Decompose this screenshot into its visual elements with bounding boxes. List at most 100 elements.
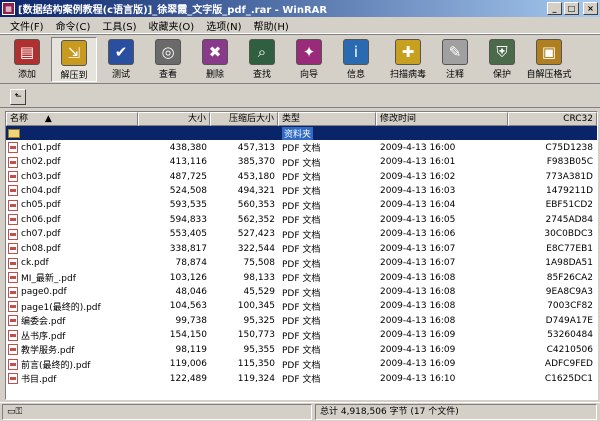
table-row[interactable]: ch06.pdf 594,833 562,352 PDF 文档 2009-4-13 16…: [6, 213, 597, 227]
toolbar-label: 解压到: [60, 71, 88, 81]
maximize-button[interactable]: □: [564, 2, 579, 15]
toolbar-button-7[interactable]: i 信息: [333, 37, 379, 82]
column-header-packed[interactable]: 压缩后大小: [210, 112, 278, 126]
file-type: PDF 文档: [282, 288, 321, 299]
file-name: ch03.pdf: [21, 171, 61, 182]
toolbar-button-1[interactable]: ⇲ 解压到: [51, 37, 97, 82]
menu-file[interactable]: 文件(F): [4, 18, 50, 33]
file-size: 104,563: [169, 301, 207, 312]
toolbar-button-5[interactable]: ⌕ 查找: [239, 37, 285, 82]
menu-tools[interactable]: 工具(S): [96, 18, 142, 33]
file-type: PDF 文档: [282, 274, 321, 285]
column-header-name[interactable]: 名称 ▲: [6, 112, 138, 126]
toolbar-button-0[interactable]: ▤ 添加: [4, 37, 50, 82]
pdf-file-icon: [8, 315, 18, 327]
file-crc: 85F26CA2: [546, 272, 593, 283]
file-packed-size: 150,773: [237, 330, 275, 341]
file-crc: C1625DC1: [544, 373, 593, 384]
table-row[interactable]: page1(最终的).pdf 104,563 100,345 PDF 文档 2009-4…: [6, 299, 597, 313]
menu-help[interactable]: 帮助(H): [248, 18, 295, 33]
pdf-file-icon: [8, 257, 18, 269]
column-header-row: 名称 ▲ 大小 压缩后大小 类型 修改时间 CRC32: [6, 112, 597, 126]
pdf-file-icon: [8, 199, 18, 211]
status-left-panel: ▭⚿: [2, 404, 312, 420]
file-name-cell: ch05.pdf: [6, 199, 138, 211]
comment-icon: ✎: [442, 39, 468, 65]
table-row[interactable]: ch07.pdf 553,405 527,423 PDF 文档 2009-4-13 16…: [6, 227, 597, 241]
table-row[interactable]: 教学服务.pdf 98,119 95,355 PDF 文档 2009-4-13 16:0…: [6, 343, 597, 357]
menu-options[interactable]: 选项(N): [200, 18, 247, 33]
file-type: PDF 文档: [282, 173, 321, 184]
parent-folder-row[interactable]: 资料夹: [6, 126, 597, 141]
file-crc: 53260484: [547, 330, 593, 341]
file-modified: 2009-4-13 16:09: [380, 330, 456, 341]
file-type: PDF 文档: [282, 259, 321, 270]
table-row[interactable]: page0.pdf 48,046 45,529 PDF 文档 2009-4-13 16:…: [6, 285, 597, 299]
pdf-file-icon: [8, 171, 18, 183]
file-modified: 2009-4-13 16:08: [380, 272, 456, 283]
toolbar-label: 扫描病毒: [389, 70, 426, 80]
file-name-cell: page0.pdf: [6, 286, 138, 298]
column-header-crc[interactable]: CRC32: [508, 112, 597, 126]
file-type: PDF 文档: [282, 331, 321, 342]
up-folder-icon[interactable]: ⬑: [10, 88, 26, 105]
file-name: page1(最终的).pdf: [21, 302, 101, 313]
close-button[interactable]: ×: [583, 2, 598, 15]
toolbar-button-9[interactable]: ✎ 注释: [432, 37, 478, 82]
pdf-file-icon: [8, 286, 18, 298]
menu-favorites[interactable]: 收藏夹(O): [143, 18, 201, 33]
file-size: 593,535: [169, 200, 207, 211]
file-packed-size: 98,133: [243, 272, 276, 283]
table-row[interactable]: 丛书序.pdf 154,150 150,773 PDF 文档 2009-4-13 16:…: [6, 328, 597, 342]
table-row[interactable]: ch02.pdf 413,116 385,370 PDF 文档 2009-4-13 16…: [6, 155, 597, 169]
file-name-cell: ch04.pdf: [6, 185, 138, 197]
file-name: 编委会.pdf: [21, 317, 66, 328]
file-modified: 2009-4-13 16:07: [380, 258, 456, 269]
column-header-type[interactable]: 类型: [278, 112, 376, 126]
toolbar-button-3[interactable]: ◎ 查看: [145, 37, 191, 82]
sfx-icon: ▣: [536, 39, 562, 65]
menu-command[interactable]: 命令(C): [50, 18, 97, 33]
status-bar: ▭⚿ 总计 4,918,506 字节 (17 个文件): [0, 402, 600, 421]
toolbar-button-4[interactable]: ✖ 删除: [192, 37, 238, 82]
toolbar-button-8[interactable]: ✚ 扫描病毒: [385, 37, 431, 82]
table-row[interactable]: ch04.pdf 524,508 494,321 PDF 文档 2009-4-13 16…: [6, 184, 597, 198]
add-archive-icon: ▤: [14, 39, 40, 65]
table-row[interactable]: 前言(最终的).pdf 119,006 115,350 PDF 文档 2009-4-13…: [6, 357, 597, 371]
table-row[interactable]: MI_最新_.pdf 103,126 98,133 PDF 文档 2009-4-13 1…: [6, 270, 597, 284]
file-crc: 9EA8C9A3: [545, 287, 593, 298]
file-size: 524,508: [169, 185, 207, 196]
table-row[interactable]: ch01.pdf 438,380 457,313 PDF 文档 2009-4-13 16…: [6, 140, 597, 154]
table-row[interactable]: 书目.pdf 122,489 119,324 PDF 文档 2009-4-13 16:1…: [6, 371, 597, 385]
table-row[interactable]: ch08.pdf 338,817 322,544 PDF 文档 2009-4-13 16…: [6, 242, 597, 256]
file-name: 前言(最终的).pdf: [21, 360, 91, 371]
file-crc: ADFC9FED: [544, 359, 593, 370]
pdf-file-icon: [8, 228, 18, 240]
toolbar-button-10[interactable]: ⛨ 保护: [479, 37, 525, 82]
column-header-modified[interactable]: 修改时间: [376, 112, 508, 126]
toolbar-button-11[interactable]: ▣ 自解压格式: [526, 37, 572, 82]
table-row[interactable]: ch05.pdf 593,535 560,353 PDF 文档 2009-4-13 16…: [6, 198, 597, 212]
winrar-icon[interactable]: ▦: [2, 2, 15, 15]
table-row[interactable]: ch03.pdf 487,725 453,180 PDF 文档 2009-4-13 16…: [6, 169, 597, 183]
table-row[interactable]: ck.pdf 78,874 75,508 PDF 文档 2009-4-13 16:07 1…: [6, 256, 597, 270]
toolbar-button-6[interactable]: ✦ 向导: [286, 37, 332, 82]
file-name: ch07.pdf: [21, 229, 61, 240]
minimize-button[interactable]: _: [547, 2, 562, 15]
file-type: PDF 文档: [282, 302, 321, 313]
toolbar-label: 信息: [346, 70, 365, 80]
toolbar-button-2[interactable]: ✔ 测试: [98, 37, 144, 82]
table-row[interactable]: 编委会.pdf 99,738 95,325 PDF 文档 2009-4-13 16:08…: [6, 314, 597, 328]
file-size: 154,150: [169, 330, 207, 341]
file-packed-size: 494,321: [237, 185, 275, 196]
file-list[interactable]: 名称 ▲ 大小 压缩后大小 类型 修改时间 CRC32 资料夹 ch01.pdf…: [5, 111, 598, 400]
file-name-cell: ch07.pdf: [6, 228, 138, 240]
column-header-size[interactable]: 大小: [138, 112, 210, 126]
drive-key-icon[interactable]: ▭⚿: [7, 407, 22, 417]
toolbar: ▤ 添加 ⇲ 解压到 ✔ 测试 ◎ 查看 ✖ 删除 ⌕ 查找 ✦ 向导 i 信息 ✚ 扫描病毒 ✎ 注释 ⛨ 保护 ▣ 自解压…: [0, 34, 600, 84]
file-crc: 1A98DA51: [545, 258, 593, 269]
file-packed-size: 45,529: [243, 287, 276, 298]
file-name-cell: ch03.pdf: [6, 171, 138, 183]
info-icon: i: [343, 39, 369, 65]
file-modified: 2009-4-13 16:03: [380, 185, 456, 196]
